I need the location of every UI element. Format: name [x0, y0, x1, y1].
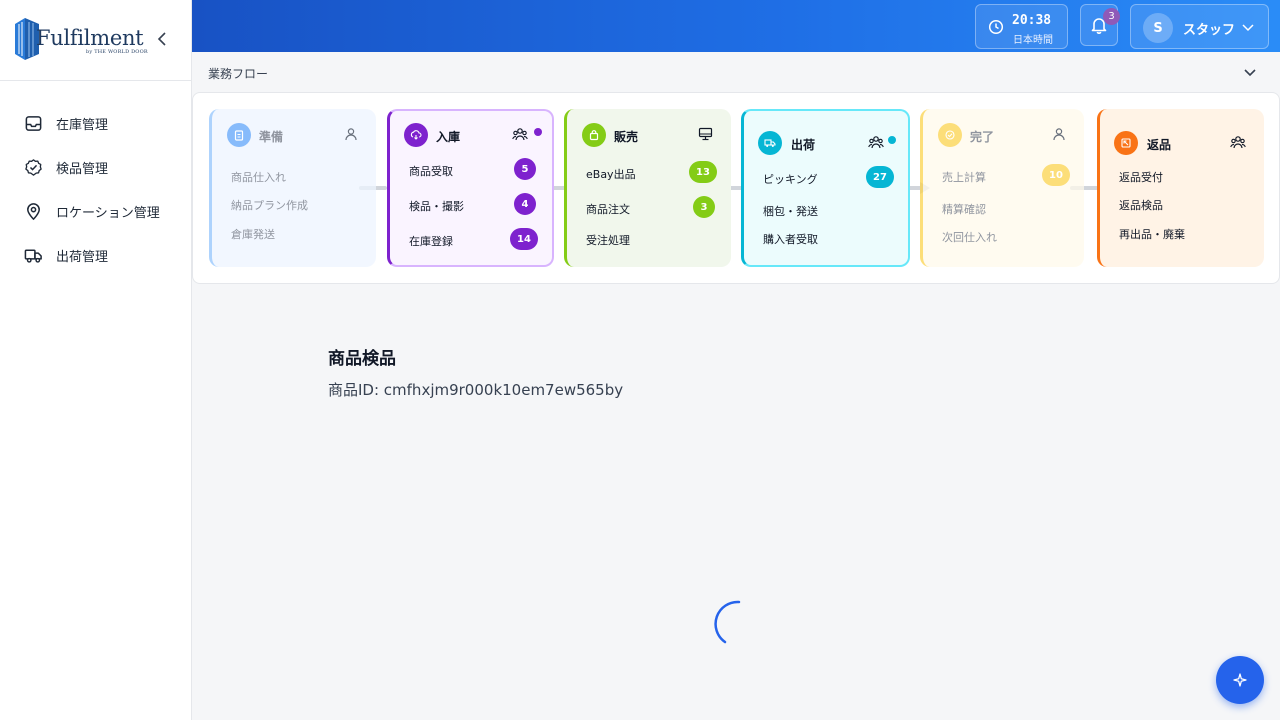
workflow-step-ebay-listing[interactable]: eBay出品: [586, 166, 636, 182]
product-id: 商品ID: cmfhxjm9r000k10em7ew565by: [328, 381, 624, 399]
count-badge: 5: [514, 158, 536, 180]
workflow-step-warehouse-dispatch[interactable]: 倉庫発送: [231, 226, 275, 242]
workflow-step-relist-dispose[interactable]: 再出品・廃棄: [1119, 226, 1185, 242]
clock-widget: 20:38 日本時間: [975, 4, 1068, 49]
count-badge: 10: [1042, 164, 1070, 186]
shopping-bag-icon: [582, 123, 606, 147]
monitor-icon: [698, 127, 713, 141]
notification-count-badge: 3: [1103, 8, 1120, 25]
workflow-step-picking[interactable]: ピッキング: [763, 171, 818, 187]
workflow-card-title: 販売: [614, 130, 639, 144]
chevron-down-icon: [1242, 24, 1254, 32]
sidebar-item-inspection[interactable]: 検品管理: [0, 145, 191, 189]
inbox-icon: [25, 115, 42, 131]
ai-assistant-button[interactable]: [1216, 656, 1264, 704]
count-badge: 14: [510, 228, 538, 250]
workflow-card-title: 入庫: [436, 130, 461, 144]
sidebar-item-shipping[interactable]: 出荷管理: [0, 233, 191, 277]
workflow-step-sales-calculation[interactable]: 売上計算: [942, 169, 986, 185]
workflow-toggle-button[interactable]: [1242, 64, 1258, 84]
workflow-step-product-order[interactable]: 商品注文: [586, 201, 630, 217]
workflow-step-delivery-plan[interactable]: 納品プラン作成: [231, 197, 308, 213]
sidebar-item-label: 検品管理: [56, 161, 109, 177]
workflow-step-order-processing[interactable]: 受注処理: [586, 232, 630, 248]
truck-icon: [758, 131, 782, 155]
clipboard-icon: [227, 123, 251, 147]
workflow-step-settlement-check[interactable]: 精算確認: [942, 201, 986, 217]
workflow-step-item-receipt[interactable]: 商品受取: [409, 163, 453, 179]
sidebar-item-location[interactable]: ロケーション管理: [0, 189, 191, 233]
sidebar-item-inventory[interactable]: 在庫管理: [0, 101, 191, 145]
sidebar-item-label: ロケーション管理: [56, 205, 160, 221]
count-badge: 27: [866, 166, 894, 188]
workflow-card-title: 準備: [259, 130, 284, 144]
truck-icon: [24, 249, 42, 263]
clock-timezone: 日本時間: [1013, 35, 1053, 46]
workflow-card-title: 出荷: [791, 138, 816, 152]
users-group-icon: [868, 136, 884, 149]
active-indicator-dot: [888, 136, 896, 144]
sidebar-collapse-button[interactable]: [154, 30, 170, 48]
workflow-step-next-purchase[interactable]: 次回仕入れ: [942, 229, 997, 245]
workflow-step-packing-shipping[interactable]: 梱包・発送: [763, 203, 818, 219]
brand-tagline: by THE WORLD DOOR: [86, 49, 148, 55]
page-title: 商品検品: [328, 349, 396, 369]
sidebar-item-label: 在庫管理: [56, 117, 109, 133]
active-indicator-dot: [534, 128, 542, 136]
workflow-step-return-inspection[interactable]: 返品検品: [1119, 197, 1163, 213]
workflow-card-shipping: 出荷 ピッキング 27 梱包・発送 購入者受取: [741, 109, 910, 267]
return-box-icon: [1114, 131, 1138, 155]
workflow-step-purchase[interactable]: 商品仕入れ: [231, 169, 286, 185]
user-icon: [1053, 128, 1065, 141]
user-icon: [345, 128, 357, 141]
workflow-card-title: 返品: [1147, 138, 1172, 152]
check-circle-icon: [938, 123, 962, 147]
sparkle-icon: [1233, 673, 1247, 687]
users-group-icon: [1230, 136, 1246, 149]
notifications-button[interactable]: 3: [1080, 4, 1120, 46]
sidebar-item-label: 出荷管理: [56, 249, 109, 265]
brand-name: Fulfilment: [36, 26, 144, 50]
workflow-card-completion: 完了 売上計算 10 精算確認 次回仕入れ: [920, 109, 1084, 267]
download-cloud-icon: [404, 123, 428, 147]
workflow-card-receiving: 入庫 商品受取 5 検品・撮影 4 在庫登録 14: [387, 109, 554, 267]
count-badge: 4: [514, 193, 536, 215]
user-name: スタッフ: [1183, 23, 1236, 38]
clock-icon: [988, 19, 1004, 35]
workflow-step-buyer-receipt[interactable]: 購入者受取: [763, 231, 818, 247]
workflow-title: 業務フロー: [208, 67, 269, 81]
chevron-left-icon: [157, 32, 166, 46]
loading-spinner-icon: [714, 600, 741, 644]
workflow-card-title: 完了: [970, 130, 995, 144]
chevron-down-icon: [1244, 69, 1256, 77]
map-pin-icon: [27, 202, 40, 220]
sidebar: Fulfilment by THE WORLD DOOR 在庫管理 検品管理 ロ…: [0, 0, 192, 720]
workflow-panel: 準備 商品仕入れ 納品プラン作成 倉庫発送 入庫 商品受取 5 検品・撮影 4 …: [192, 92, 1280, 284]
users-group-icon: [512, 128, 528, 141]
logo-area: Fulfilment by THE WORLD DOOR: [0, 0, 191, 81]
check-circle-icon: [25, 158, 42, 176]
sidebar-nav: 在庫管理 検品管理 ロケーション管理 出荷管理: [0, 101, 191, 277]
clock-time: 20:38: [1012, 13, 1052, 28]
workflow-step-inspection-photo[interactable]: 検品・撮影: [409, 198, 464, 214]
avatar: S: [1143, 13, 1173, 43]
workflow-card-returns: 返品 返品受付 返品検品 再出品・廃棄: [1097, 109, 1264, 267]
workflow-step-return-reception[interactable]: 返品受付: [1119, 169, 1163, 185]
workflow-card-sales: 販売 eBay出品 13 商品注文 3 受注処理: [564, 109, 731, 267]
workflow-step-stock-registration[interactable]: 在庫登録: [409, 233, 453, 249]
count-badge: 3: [693, 196, 715, 218]
top-bar: 20:38 日本時間 3 S スタッフ: [192, 0, 1280, 52]
user-menu-button[interactable]: S スタッフ: [1130, 4, 1269, 49]
workflow-card-preparation: 準備 商品仕入れ 納品プラン作成 倉庫発送: [209, 109, 376, 267]
count-badge: 13: [689, 161, 717, 183]
workflow-header: 業務フロー: [192, 52, 1280, 92]
